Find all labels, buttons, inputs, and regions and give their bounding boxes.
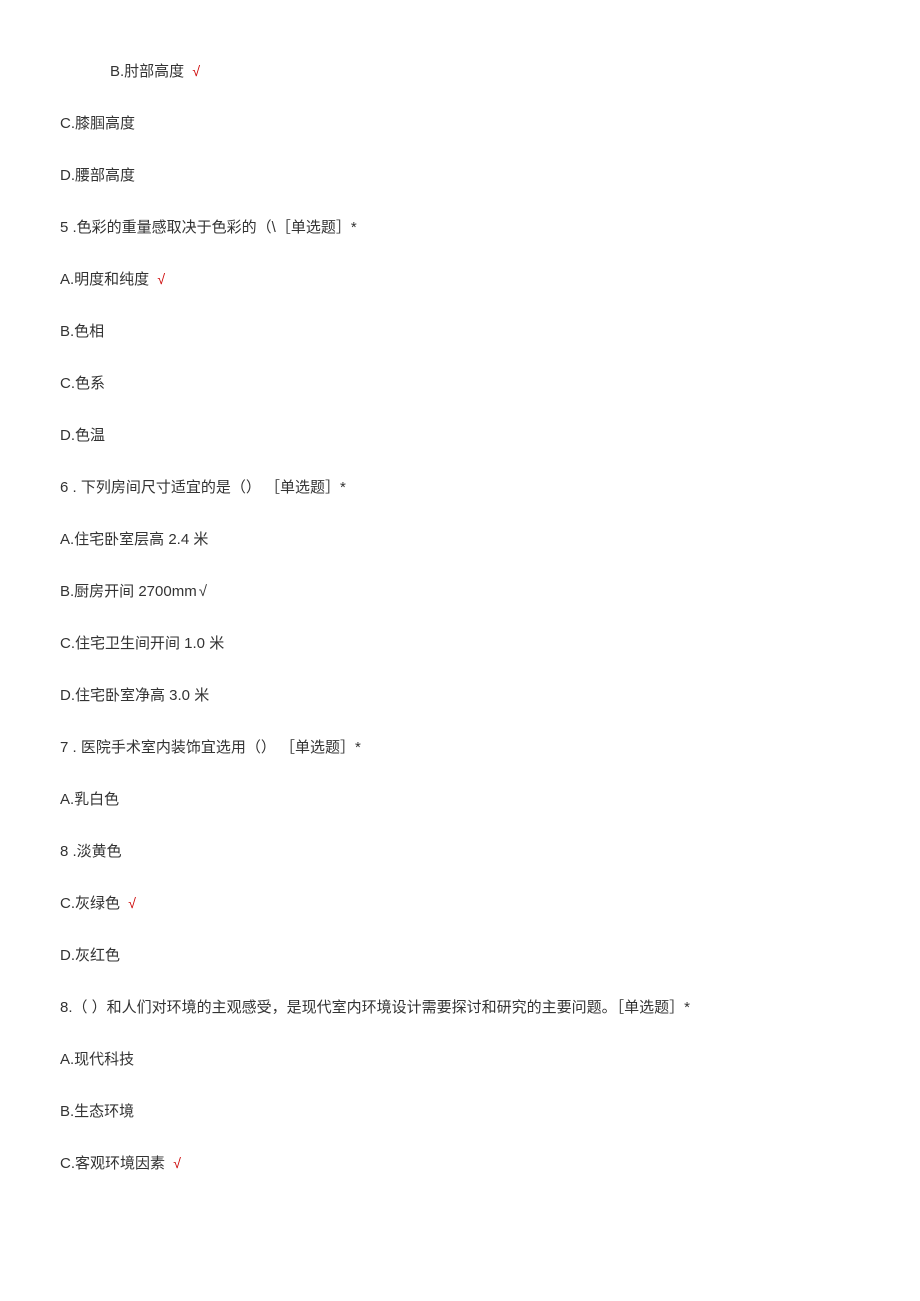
option-line: C.住宅卫生间开间 1.0 米: [60, 632, 860, 656]
option-line: C.色系: [60, 372, 860, 396]
option-text: D.色温: [60, 427, 105, 444]
check-icon: √: [157, 271, 165, 287]
option-line: C.膝腘高度: [60, 112, 860, 136]
option-line: A.明度和纯度 √: [60, 268, 860, 292]
question-text: 7 . 医院手术室内装饰宜选用（） ［单选题］*: [60, 739, 361, 756]
option-text: B.色相: [60, 323, 104, 340]
question-line: 5 .色彩的重量感取决于色彩的（\［单选题］*: [60, 216, 860, 240]
option-text: D.住宅卧室净高 3.0 米: [60, 687, 209, 704]
option-text: C.客观环境因素: [60, 1155, 165, 1172]
question-text: 5 .色彩的重量感取决于色彩的（\［单选题］*: [60, 219, 357, 236]
check-icon: √: [199, 583, 207, 600]
question-text: 6 . 下列房间尺寸适宜的是（） ［单选题］*: [60, 479, 346, 496]
question-text: 8.（ ）和人们对环境的主观感受，是现代室内环境设计需要探讨和研究的主要问题。［…: [60, 999, 690, 1016]
option-text: C.住宅卫生间开间 1.0 米: [60, 635, 224, 652]
check-icon: √: [128, 895, 136, 911]
option-text: D.灰红色: [60, 947, 120, 964]
question-line: 7 . 医院手术室内装饰宜选用（） ［单选题］*: [60, 736, 860, 760]
option-line: D.灰红色: [60, 944, 860, 968]
option-text: B.肘部高度: [110, 63, 184, 80]
option-text: C.色系: [60, 375, 105, 392]
option-text: 8 .淡黄色: [60, 843, 122, 860]
option-text: A.明度和纯度: [60, 271, 149, 288]
option-text: B.厨房开间 2700mm: [60, 583, 197, 600]
option-line: D.腰部高度: [60, 164, 860, 188]
option-text: D.腰部高度: [60, 167, 135, 184]
option-line: B.色相: [60, 320, 860, 344]
option-line: D.色温: [60, 424, 860, 448]
option-text: C.膝腘高度: [60, 115, 135, 132]
option-line: C.灰绿色 √: [60, 892, 860, 916]
option-text: A.现代科技: [60, 1051, 134, 1068]
question-line: 6 . 下列房间尺寸适宜的是（） ［单选题］*: [60, 476, 860, 500]
option-text: B.生态环境: [60, 1103, 134, 1120]
question-line: 8.（ ）和人们对环境的主观感受，是现代室内环境设计需要探讨和研究的主要问题。［…: [60, 996, 860, 1020]
option-line: B.肘部高度 √: [60, 60, 860, 84]
option-line: A.乳白色: [60, 788, 860, 812]
option-line: C.客观环境因素 √: [60, 1152, 860, 1176]
option-text: C.灰绿色: [60, 895, 120, 912]
check-icon: √: [192, 63, 200, 79]
option-line: A.现代科技: [60, 1048, 860, 1072]
check-icon: √: [173, 1155, 181, 1171]
option-line: A.住宅卧室层高 2.4 米: [60, 528, 860, 552]
option-text: A.乳白色: [60, 791, 119, 808]
option-line: B.生态环境: [60, 1100, 860, 1124]
option-line: D.住宅卧室净高 3.0 米: [60, 684, 860, 708]
option-text: A.住宅卧室层高 2.4 米: [60, 531, 208, 548]
option-line: 8 .淡黄色: [60, 840, 860, 864]
option-line: B.厨房开间 2700mm√: [60, 580, 860, 604]
